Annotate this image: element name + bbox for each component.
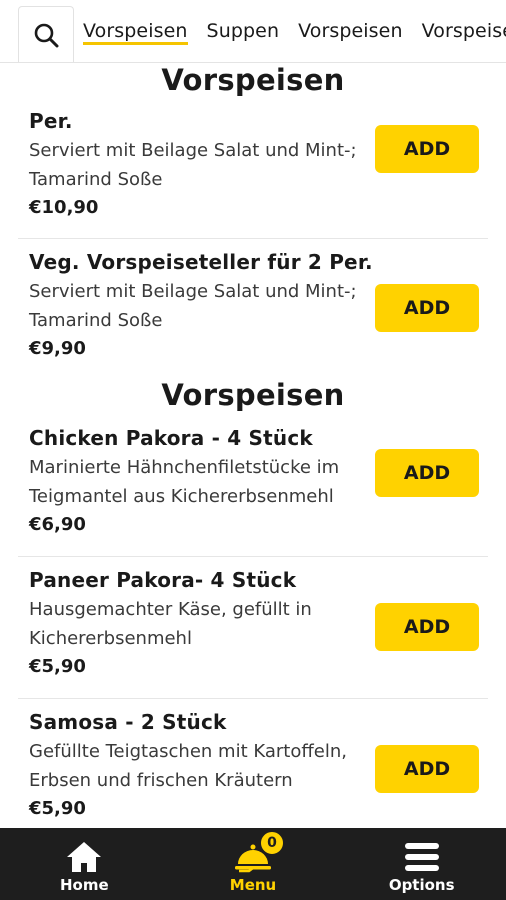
menu-cloche-icon: 0 [233, 830, 285, 874]
search-button[interactable] [18, 6, 74, 62]
item-description: Serviert mit Beilage Salat und Mint-; Ta… [29, 281, 357, 331]
list-item: Paneer Pakora- 4 Stück Hausgemachter Käs… [18, 557, 488, 699]
menu-list: Vorspeisen Per. Serviert mit Beilage Sal… [0, 62, 506, 828]
item-name: Paneer Pakora- 4 Stück [29, 568, 297, 592]
list-item: Chicken Pakora - 4 Stück Marinierte Hähn… [18, 415, 488, 557]
add-button[interactable]: ADD [375, 745, 479, 793]
nav-menu[interactable]: 0 Menu [169, 828, 338, 900]
item-price: €5,90 [29, 798, 86, 819]
item-price: €10,90 [29, 197, 99, 218]
item-price: €6,90 [29, 514, 86, 535]
nav-menu-label: Menu [229, 876, 277, 894]
item-price: €5,90 [29, 656, 86, 677]
tab-vorspeisen[interactable]: Vorspeisen [83, 20, 188, 45]
nav-home[interactable]: Home [0, 828, 169, 900]
item-description: Serviert mit Beilage Salat und Mint-; Ta… [29, 140, 357, 190]
item-description: Marinierte Hähnchenfiletstücke im Teigma… [29, 457, 340, 507]
nav-options-label: Options [388, 876, 455, 894]
add-button[interactable]: ADD [375, 449, 479, 497]
add-button[interactable]: ADD [375, 284, 479, 332]
search-icon [34, 23, 59, 48]
home-icon [65, 834, 103, 874]
add-button[interactable]: ADD [375, 125, 479, 173]
section-title: Vorspeisen [161, 378, 345, 412]
category-bar: Vorspeisen Suppen Vorspeisen Vorspeisen [0, 0, 506, 63]
item-description: Hausgemachter Käse, gefüllt in Kichererb… [29, 599, 312, 649]
nav-options[interactable]: Options [337, 828, 506, 900]
section-title: Vorspeisen [161, 63, 345, 97]
item-name: Samosa - 2 Stück [29, 710, 227, 734]
hamburger-icon [404, 834, 440, 874]
add-button[interactable]: ADD [375, 603, 479, 651]
list-item: Per. Serviert mit Beilage Salat und Mint… [18, 98, 488, 239]
tab-suppen[interactable]: Suppen [207, 20, 280, 45]
nav-home-label: Home [60, 876, 109, 894]
tab-vorspeisen-3[interactable]: Vorspeisen [422, 20, 506, 45]
tab-vorspeisen-2[interactable]: Vorspeisen [298, 20, 403, 45]
category-tabs: Vorspeisen Suppen Vorspeisen Vorspeisen [83, 20, 506, 45]
cart-count-badge: 0 [259, 830, 285, 856]
list-item: Veg. Vorspeiseteller für 2 Per. Serviert… [18, 239, 488, 377]
item-price: €9,90 [29, 338, 86, 359]
bottom-nav: Home 0 Menu Options [0, 828, 506, 900]
item-name: Veg. Vorspeiseteller für 2 Per. [29, 250, 373, 274]
item-description: Gefüllte Teigtaschen mit Kartoffeln, Erb… [29, 741, 347, 791]
list-item: Samosa - 2 Stück Gefüllte Teigtaschen mi… [18, 699, 488, 828]
